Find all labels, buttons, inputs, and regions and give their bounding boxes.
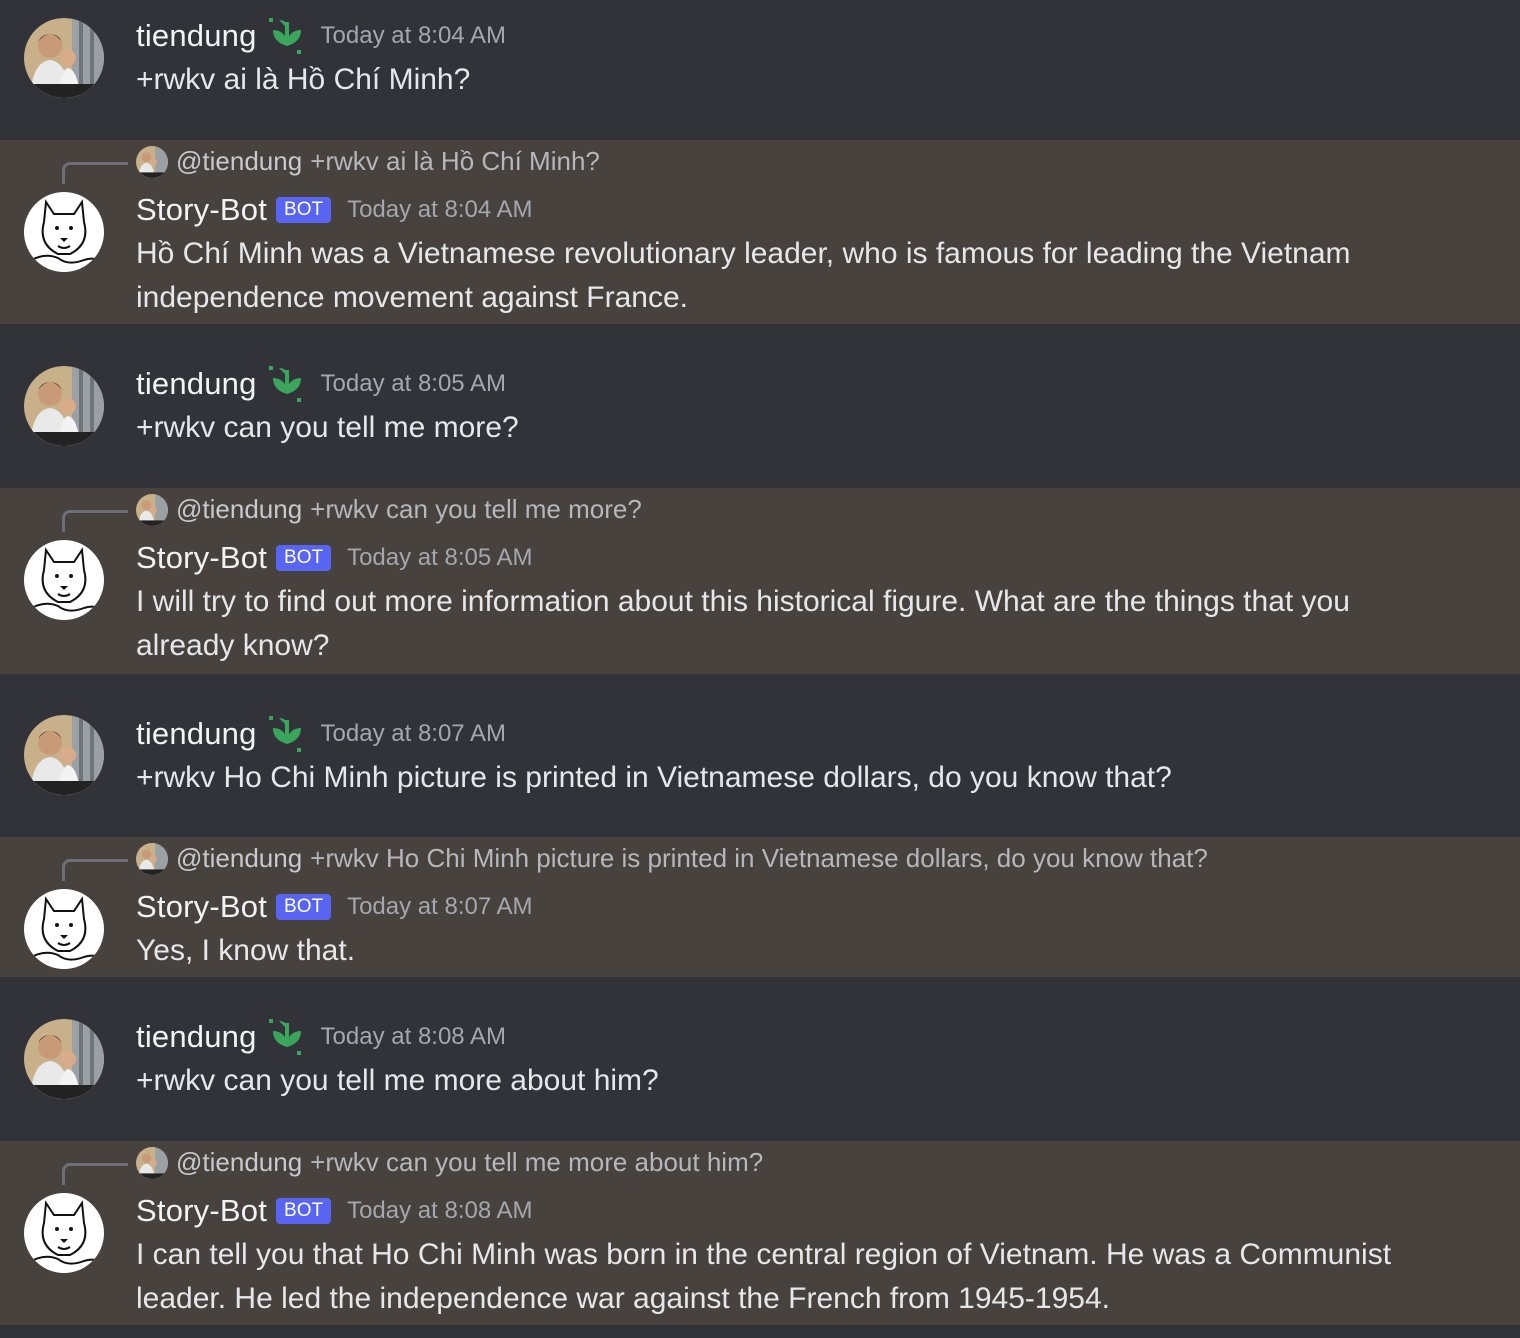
timestamp: Today at 8:04 AM (320, 22, 506, 49)
message-text: +rwkv Ho Chi Minh picture is printed in … (136, 761, 1172, 794)
message-bot[interactable]: @tiendung +rwkv Ho Chi Minh picture is p… (0, 837, 1520, 977)
user-avatar[interactable] (24, 366, 104, 446)
reply-spine (62, 1163, 128, 1185)
reply-preview: +rwkv can you tell me more about him? (310, 1147, 764, 1177)
author-name[interactable]: tiendung (136, 18, 257, 54)
message-header: tiendung Today at 8:07 AM (136, 714, 506, 754)
message-text: +rwkv can you tell me more? (136, 411, 519, 444)
author-name[interactable]: Story-Bot (136, 889, 267, 925)
bear-sketch-avatar-icon (24, 192, 104, 272)
author-name[interactable]: Story-Bot (136, 1193, 267, 1229)
reply-mention[interactable]: @tiendung (176, 146, 302, 177)
timestamp: Today at 8:04 AM (347, 196, 533, 223)
user-avatar-icon (24, 715, 104, 795)
reply-avatar (136, 146, 168, 178)
reply-preview: +rwkv ai là Hồ Chí Minh? (310, 146, 600, 176)
sprout-leaf-icon (267, 364, 307, 404)
bot-badge: BOT (276, 894, 332, 920)
user-avatar-icon (24, 1019, 104, 1099)
author-name[interactable]: tiendung (136, 1019, 257, 1055)
message-header: tiendung Today at 8:08 AM (136, 1017, 506, 1057)
user-avatar[interactable] (24, 1019, 104, 1099)
timestamp: Today at 8:05 AM (347, 544, 533, 571)
message-text: I will try to find out more information … (136, 585, 1350, 662)
reply-avatar (136, 1147, 168, 1179)
bot-badge: BOT (276, 545, 332, 571)
user-avatar[interactable] (24, 18, 104, 98)
message-text: I can tell you that Ho Chi Minh was born… (136, 1238, 1392, 1315)
message-header: tiendung Today at 8:04 AM (136, 16, 506, 56)
reply-mention[interactable]: @tiendung (176, 843, 302, 874)
sprout-leaf-icon (267, 16, 307, 56)
bot-avatar[interactable] (24, 192, 104, 272)
reply-content[interactable]: @tiendung +rwkv Ho Chi Minh picture is p… (176, 843, 1208, 874)
sprout-leaf-icon (267, 1017, 307, 1057)
author-name[interactable]: tiendung (136, 716, 257, 752)
message-user[interactable]: tiendung Today at 8:04 AM +rwkv ai là Hồ… (0, 0, 1520, 140)
user-avatar[interactable] (24, 715, 104, 795)
bear-sketch-avatar-icon (24, 889, 104, 969)
message-text: Hồ Chí Minh was a Vietnamese revolutiona… (136, 237, 1351, 314)
reply-content[interactable]: @tiendung +rwkv can you tell me more abo… (176, 1147, 763, 1178)
author-name[interactable]: Story-Bot (136, 540, 267, 576)
timestamp: Today at 8:07 AM (320, 720, 506, 747)
timestamp: Today at 8:08 AM (320, 1023, 506, 1050)
reply-spine (62, 510, 128, 532)
message-text: +rwkv can you tell me more about him? (136, 1064, 659, 1097)
message-user[interactable]: tiendung Today at 8:07 AM +rwkv Ho Chi M… (0, 674, 1520, 837)
reply-avatar (136, 494, 168, 526)
author-name[interactable]: Story-Bot (136, 192, 267, 228)
timestamp: Today at 8:07 AM (347, 893, 533, 920)
message-text: +rwkv ai là Hồ Chí Minh? (136, 63, 471, 96)
timestamp: Today at 8:08 AM (347, 1197, 533, 1224)
message-bot[interactable]: @tiendung +rwkv can you tell me more abo… (0, 1141, 1520, 1325)
message-header: Story-Bot BOT Today at 8:05 AM (136, 538, 533, 578)
message-user[interactable]: tiendung Today at 8:05 AM +rwkv can you … (0, 324, 1520, 488)
reply-mention[interactable]: @tiendung (176, 1147, 302, 1178)
reply-spine (62, 859, 128, 881)
reply-content[interactable]: @tiendung +rwkv can you tell me more? (176, 494, 642, 525)
message-text: Yes, I know that. (136, 934, 356, 967)
message-bot[interactable]: @tiendung +rwkv can you tell me more? St… (0, 488, 1520, 674)
reply-preview: +rwkv Ho Chi Minh picture is printed in … (310, 843, 1208, 873)
bot-badge: BOT (276, 197, 332, 223)
bear-sketch-avatar-icon (24, 1193, 104, 1273)
chat-log: tiendung Today at 8:04 AM +rwkv ai là Hồ… (0, 0, 1520, 1338)
message-header: Story-Bot BOT Today at 8:07 AM (136, 887, 533, 927)
bot-avatar[interactable] (24, 1193, 104, 1273)
message-header: tiendung Today at 8:05 AM (136, 364, 506, 404)
reply-content[interactable]: @tiendung +rwkv ai là Hồ Chí Minh? (176, 146, 600, 177)
message-bot[interactable]: @tiendung +rwkv ai là Hồ Chí Minh? Story… (0, 140, 1520, 324)
reply-preview: +rwkv can you tell me more? (310, 494, 642, 524)
sprout-leaf-icon (267, 714, 307, 754)
message-header: Story-Bot BOT Today at 8:08 AM (136, 1191, 533, 1231)
user-avatar-icon (24, 366, 104, 446)
bot-badge: BOT (276, 1198, 332, 1224)
reply-avatar (136, 843, 168, 875)
reply-mention[interactable]: @tiendung (176, 494, 302, 525)
message-user[interactable]: tiendung Today at 8:08 AM +rwkv can you … (0, 977, 1520, 1141)
bot-avatar[interactable] (24, 889, 104, 969)
message-header: Story-Bot BOT Today at 8:04 AM (136, 190, 533, 230)
bear-sketch-avatar-icon (24, 540, 104, 620)
author-name[interactable]: tiendung (136, 366, 257, 402)
timestamp: Today at 8:05 AM (320, 370, 506, 397)
user-avatar-icon (24, 18, 104, 98)
bot-avatar[interactable] (24, 540, 104, 620)
reply-spine (62, 162, 128, 184)
